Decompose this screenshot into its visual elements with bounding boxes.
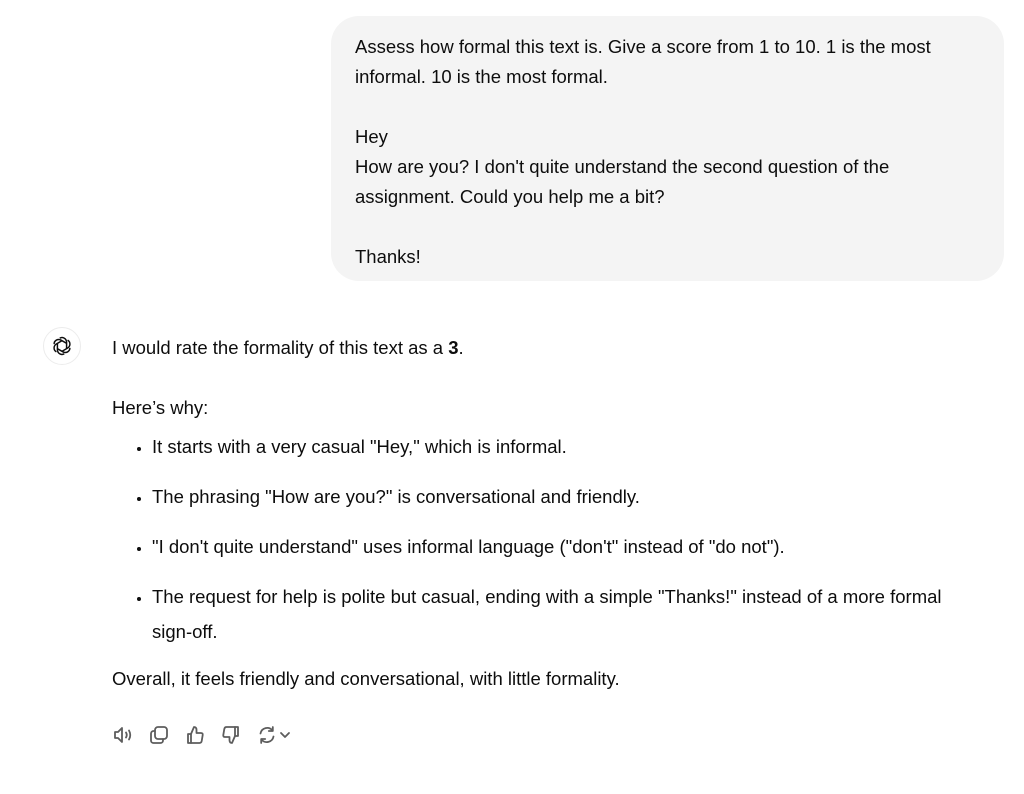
reason-item: The request for help is polite but casua… xyxy=(152,579,972,649)
reasons-list: It starts with a very casual "Hey," whic… xyxy=(112,429,972,649)
refresh-icon xyxy=(259,726,275,744)
reason-item: The phrasing "How are you?" is conversat… xyxy=(152,479,972,514)
reason-item: It starts with a very casual "Hey," whic… xyxy=(152,429,972,464)
reasons-heading: Here’s why: xyxy=(112,397,209,418)
assistant-avatar xyxy=(43,327,81,365)
reason-item: "I don't quite understand" uses informal… xyxy=(152,529,972,564)
regenerate-button[interactable] xyxy=(256,721,304,749)
assistant-conclusion: Overall, it feels friendly and conversat… xyxy=(112,668,620,689)
openai-logo-icon xyxy=(53,336,71,356)
assistant-intro: I would rate the formality of this text … xyxy=(112,333,972,363)
formality-score: 3 xyxy=(448,337,459,358)
user-message-paragraph: Thanks! xyxy=(355,246,421,267)
intro-text: I would rate the formality of this text … xyxy=(112,337,449,358)
user-message-paragraph: Assess how formal this text is. Give a s… xyxy=(355,36,936,87)
copy-button[interactable] xyxy=(148,721,184,749)
speaker-icon xyxy=(114,727,132,743)
read-aloud-button[interactable] xyxy=(112,721,148,749)
chevron-down-icon xyxy=(280,732,290,738)
message-actions-bar xyxy=(112,721,304,749)
good-response-button[interactable] xyxy=(184,721,220,749)
thumbs-down-icon xyxy=(222,726,239,744)
copy-icon xyxy=(150,726,168,744)
thumbs-up-icon xyxy=(187,726,204,744)
bad-response-button[interactable] xyxy=(220,721,256,749)
assistant-message: I would rate the formality of this text … xyxy=(112,333,972,694)
user-message-paragraph: Hey How are you? I don't quite understan… xyxy=(355,126,890,207)
intro-punctuation: . xyxy=(458,337,464,358)
user-message-bubble: Assess how formal this text is. Give a s… xyxy=(331,16,1004,281)
